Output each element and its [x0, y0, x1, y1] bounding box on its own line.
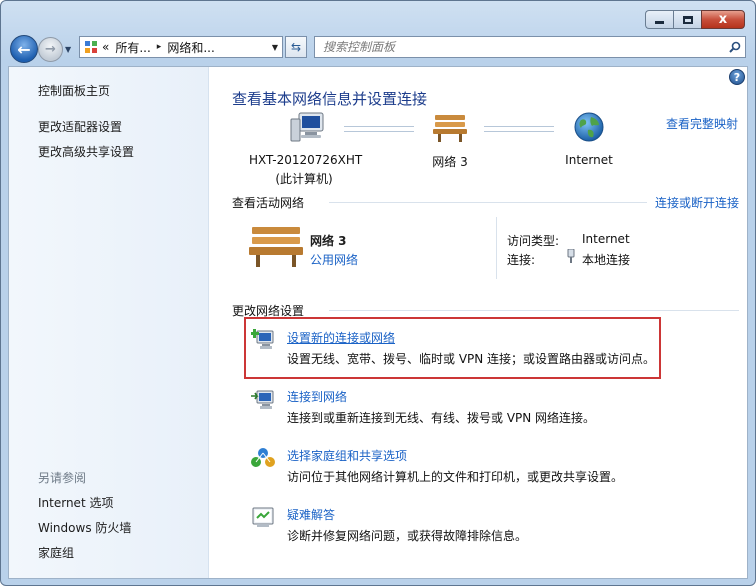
- map-node-internet: Internet: [565, 153, 613, 167]
- section-rule: [329, 202, 647, 203]
- sidebar-item-adapter-settings[interactable]: 更改适配器设置: [38, 118, 122, 135]
- connection-label: 连接:: [507, 253, 536, 267]
- connect-network-icon: [251, 390, 274, 409]
- breadcrumb-separator-icon[interactable]: ▸: [157, 42, 162, 52]
- homegroup-icon: [251, 448, 275, 467]
- close-icon: x: [718, 12, 728, 27]
- see-full-map-link[interactable]: 查看完整映射: [666, 115, 738, 132]
- network-adapter-icon: [567, 249, 575, 263]
- highlight-annotation-box: [244, 317, 661, 379]
- connect-to-network-desc: 连接到或重新连接到无线、有线、拨号或 VPN 网络连接。: [287, 411, 596, 425]
- map-connector-2: [484, 126, 554, 132]
- sidebar-item-internet-options[interactable]: Internet 选项: [38, 494, 113, 511]
- refresh-icon: ⇆: [290, 40, 302, 54]
- breadcrumb-network[interactable]: 网络和...: [167, 39, 214, 56]
- connect-disconnect-link[interactable]: 连接或断开连接: [655, 194, 739, 211]
- minimize-button[interactable]: [645, 10, 673, 29]
- arrow-right-icon: →: [45, 42, 56, 57]
- network-divider: [496, 217, 497, 279]
- bench-icon[interactable]: [249, 225, 303, 269]
- task-sidebar: 控制面板主页 更改适配器设置 更改高级共享设置 另请参阅 Internet 选项…: [9, 67, 209, 578]
- help-icon[interactable]: ?: [729, 69, 745, 85]
- network-type-link[interactable]: 公用网络: [310, 251, 358, 268]
- maximize-icon: [682, 15, 693, 24]
- search-box[interactable]: [314, 36, 746, 58]
- back-button[interactable]: ←: [10, 35, 38, 63]
- troubleshoot-icon: [252, 507, 274, 527]
- sidebar-item-homegroup[interactable]: 家庭组: [38, 544, 74, 561]
- page-title: 查看基本网络信息并设置连接: [232, 90, 428, 108]
- recent-pages-dropdown-icon[interactable]: ▼: [65, 45, 71, 54]
- main-panel: ? 查看基本网络信息并设置连接 查看完整映射 HXT-20120726XHT (…: [209, 67, 747, 578]
- sidebar-item-advanced-sharing[interactable]: 更改高级共享设置: [38, 143, 134, 160]
- client-area: 控制面板主页 更改适配器设置 更改高级共享设置 另请参阅 Internet 选项…: [8, 66, 748, 579]
- maximize-button[interactable]: [673, 10, 701, 29]
- access-type-value: Internet: [582, 232, 630, 246]
- connect-to-network-link[interactable]: 连接到网络: [287, 388, 347, 405]
- globe-icon: [574, 112, 604, 142]
- minimize-icon: [655, 21, 664, 24]
- active-networks-heading: 查看活动网络: [232, 196, 305, 210]
- sidebar-item-windows-firewall[interactable]: Windows 防火墙: [38, 519, 131, 536]
- search-icon[interactable]: [725, 41, 745, 53]
- sidebar-item-control-panel-home[interactable]: 控制面板主页: [38, 82, 110, 99]
- troubleshoot-link[interactable]: 疑难解答: [287, 506, 335, 523]
- see-also-heading: 另请参阅: [38, 471, 87, 485]
- close-button[interactable]: x: [701, 10, 745, 29]
- map-node-network: 网络 3: [432, 155, 468, 169]
- window-frame: x ← → ▼ « 所有... ▸ 网络和... ▼ ⇆ 控制面板主页 更改适配…: [0, 0, 756, 586]
- homegroup-sharing-desc: 访问位于其他网络计算机上的文件和打印机，或更改共享设置。: [287, 470, 624, 484]
- troubleshoot-desc: 诊断并修复网络问题，或获得故障排除信息。: [287, 529, 528, 543]
- address-dropdown-icon[interactable]: ▼: [272, 43, 278, 52]
- map-node-computer-name: HXT-20120726XHT: [249, 153, 363, 167]
- computer-icon: [290, 112, 324, 142]
- refresh-button[interactable]: ⇆: [285, 36, 307, 58]
- search-input[interactable]: [323, 40, 725, 54]
- section-rule: [329, 310, 739, 311]
- forward-button[interactable]: →: [38, 37, 63, 62]
- map-node-computer-subtitle: (此计算机): [275, 172, 333, 186]
- homegroup-sharing-link[interactable]: 选择家庭组和共享选项: [287, 447, 407, 464]
- window-controls: x: [645, 10, 745, 29]
- active-network-name: 网络 3: [310, 234, 347, 248]
- arrow-left-icon: ←: [17, 39, 31, 59]
- access-type-label: 访问类型:: [507, 234, 560, 248]
- address-bar[interactable]: « 所有... ▸ 网络和... ▼: [79, 36, 283, 58]
- local-connection-link[interactable]: 本地连接: [582, 251, 630, 268]
- breadcrumb-overflow[interactable]: «: [102, 40, 109, 54]
- control-panel-icon: [85, 41, 97, 53]
- breadcrumb-all-items[interactable]: 所有...: [115, 39, 150, 56]
- map-connector-1: [344, 126, 414, 132]
- bench-icon: [433, 115, 467, 142]
